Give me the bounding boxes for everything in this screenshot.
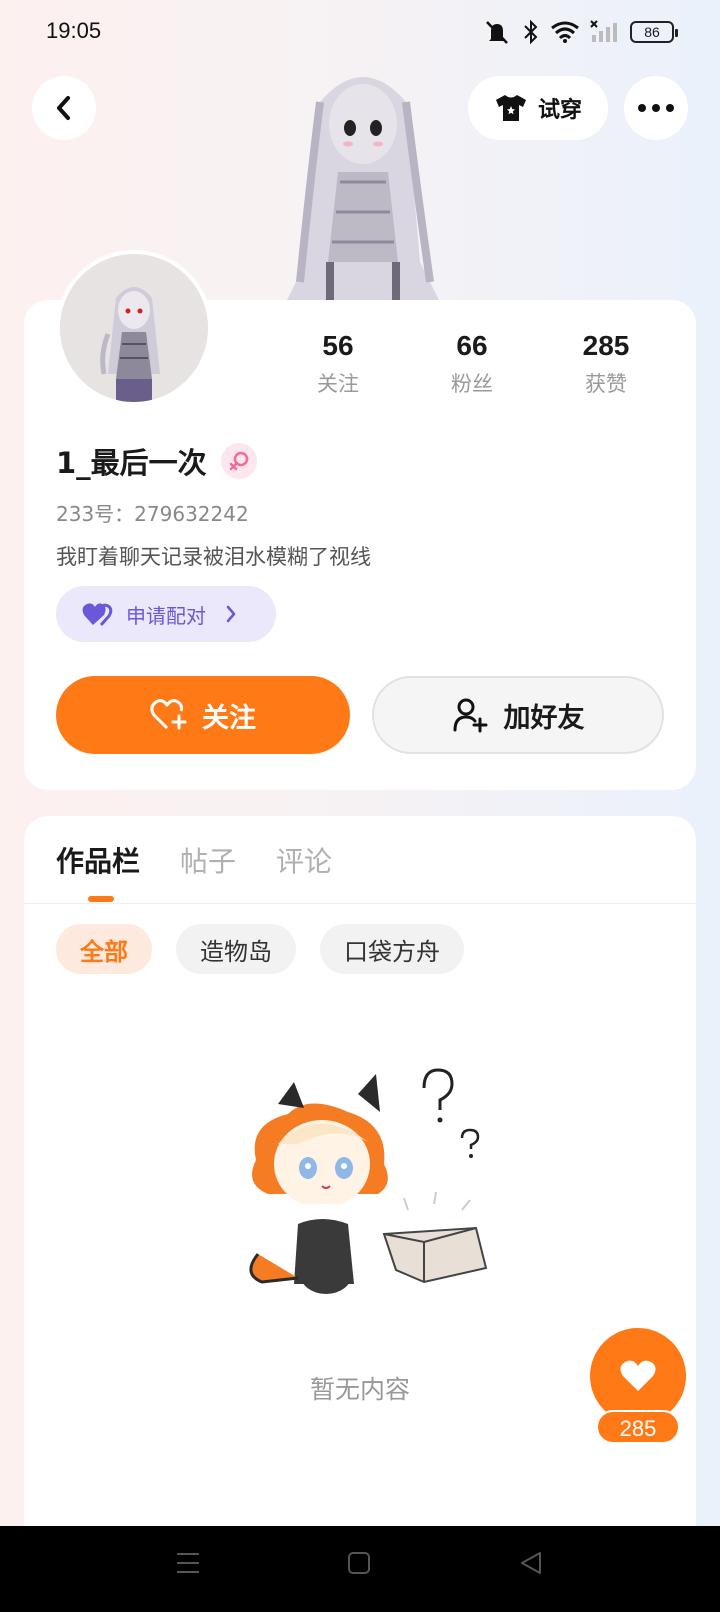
stat-label: 获赞: [585, 372, 627, 396]
stat-value: 285: [582, 330, 630, 361]
chip-pocket-ark[interactable]: 口袋方舟: [320, 924, 464, 974]
tryon-label: 试穿: [537, 98, 582, 123]
heart-icon: [620, 1360, 656, 1391]
username: 1_最后一次: [56, 446, 207, 480]
system-nav-bar: [0, 1526, 720, 1612]
status-bar: 19:05 86: [0, 0, 720, 64]
follow-button[interactable]: 关注: [56, 676, 350, 754]
filter-chips: 全部 造物岛 口袋方舟: [56, 924, 464, 974]
bluetooth-icon: [524, 19, 538, 45]
back-triangle-icon[interactable]: [518, 1550, 544, 1576]
back-icon: [57, 96, 70, 120]
bio: 我盯着聊天记录被泪水模糊了视线: [56, 545, 371, 569]
add-friend-label: 加好友: [503, 702, 585, 734]
tryon-button[interactable]: 试穿: [468, 76, 608, 140]
gender-badge: [220, 443, 257, 479]
follow-label: 关注: [202, 702, 256, 734]
hero-avatar-figure: [286, 77, 440, 302]
heart-pair-icon: [82, 603, 113, 626]
username-row: 1_最后一次: [56, 440, 257, 482]
tab-posts[interactable]: 帖子: [180, 840, 236, 880]
match-button[interactable]: 申请配对: [56, 586, 276, 642]
match-label: 申请配对: [126, 603, 206, 628]
signal-icon: [590, 20, 617, 42]
tab-works[interactable]: 作品栏: [56, 840, 140, 880]
stat-following[interactable]: 56 关注: [278, 330, 398, 398]
more-button[interactable]: [624, 76, 688, 140]
stat-followers[interactable]: 66 粉丝: [412, 330, 532, 398]
avatar[interactable]: [56, 250, 212, 406]
empty-state-illustration: [249, 1068, 488, 1294]
stat-likes[interactable]: 285 获赞: [546, 330, 666, 398]
works-tabs: 作品栏 帖子 评论: [56, 840, 332, 880]
back-button[interactable]: [32, 76, 96, 140]
heart-plus-icon: [150, 699, 187, 730]
avatar-figure: [60, 254, 208, 402]
mute-bell-icon: [486, 21, 508, 44]
tab-indicator: [88, 896, 114, 902]
tabs-divider: [24, 903, 696, 904]
battery-indicator: 86: [630, 21, 678, 43]
shirt-icon: [495, 95, 526, 121]
tab-comments[interactable]: 评论: [276, 840, 332, 880]
status-icons: 86: [482, 18, 678, 46]
chip-creation-island[interactable]: 造物岛: [176, 924, 296, 974]
more-icon: [638, 104, 674, 112]
like-count: 285: [596, 1410, 680, 1444]
stat-value: 56: [322, 330, 354, 361]
user-id: 233号：279632242: [56, 502, 249, 526]
chevron-right-icon: [226, 605, 236, 623]
add-friend-button[interactable]: 加好友: [372, 676, 664, 754]
stat-value: 66: [456, 330, 488, 361]
user-plus-icon: [453, 698, 487, 733]
status-time: 19:05: [46, 18, 102, 43]
stat-label: 关注: [317, 372, 359, 396]
wifi-icon: [551, 21, 579, 43]
stat-label: 粉丝: [451, 372, 493, 396]
female-icon: [229, 451, 248, 471]
home-square-icon[interactable]: [346, 1550, 372, 1576]
menu-icon[interactable]: [174, 1550, 202, 1576]
chip-all[interactable]: 全部: [56, 924, 152, 974]
